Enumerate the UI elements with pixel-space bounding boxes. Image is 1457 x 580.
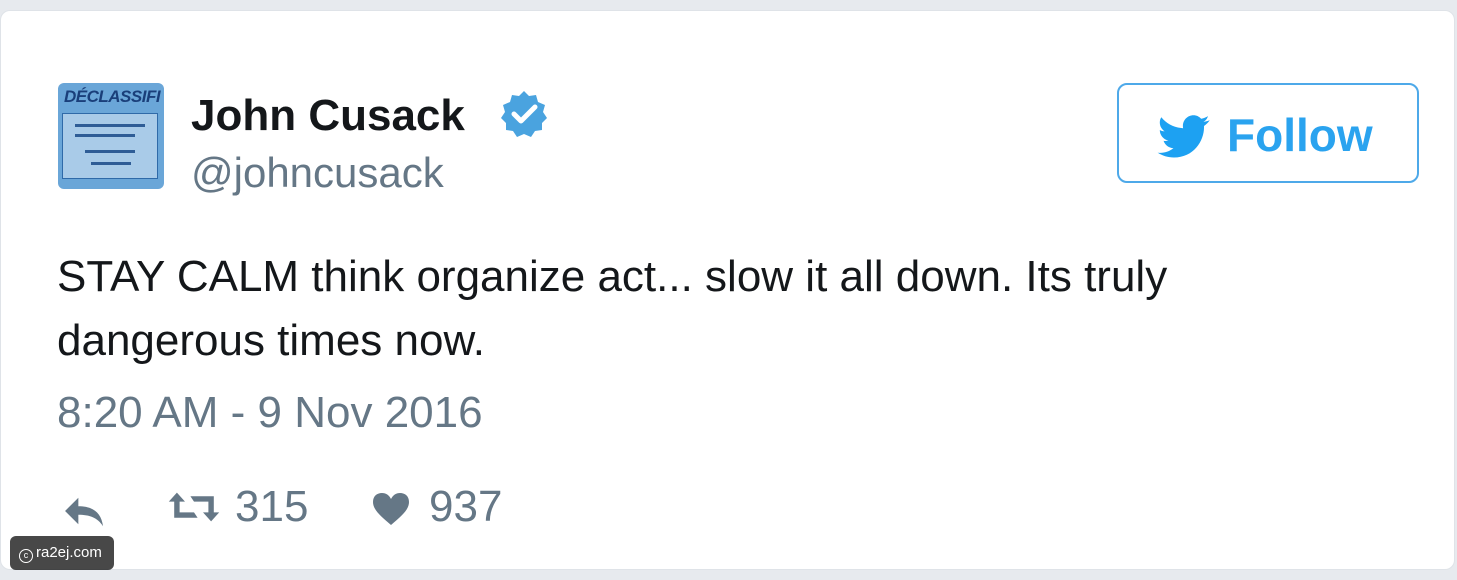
retweet-button[interactable]: 315 — [167, 479, 327, 535]
twitter-bird-icon — [1157, 115, 1210, 158]
like-button[interactable]: 937 — [371, 479, 531, 535]
like-count: 937 — [429, 482, 503, 531]
tweet-text: STAY CALM think organize act... slow it … — [57, 252, 1168, 365]
follow-label: Follow — [1227, 109, 1373, 161]
avatar-document-image — [62, 113, 158, 179]
user-handle[interactable]: @johncusack — [191, 146, 444, 200]
watermark-badge: c ra2ej.com — [10, 536, 114, 570]
watermark-text: ra2ej.com — [36, 544, 102, 561]
tweet-timestamp[interactable]: 8:20 AM - 9 Nov 2016 — [57, 385, 483, 441]
avatar[interactable]: DÉCLASSIFI — [58, 83, 164, 189]
heart-icon — [373, 493, 409, 525]
follow-button[interactable]: Follow — [1117, 83, 1419, 183]
display-name[interactable]: John Cusack — [191, 89, 465, 143]
avatar-label: DÉCLASSIFI — [64, 87, 161, 106]
copyright-icon: c — [19, 549, 33, 563]
reply-icon — [65, 497, 104, 527]
tweet-card: DÉCLASSIFI John Cusack @johncusack Follo… — [0, 10, 1455, 570]
reply-button[interactable] — [57, 479, 113, 535]
verified-badge-icon — [501, 91, 547, 137]
retweet-icon — [168, 492, 220, 522]
retweet-count: 315 — [235, 482, 309, 531]
